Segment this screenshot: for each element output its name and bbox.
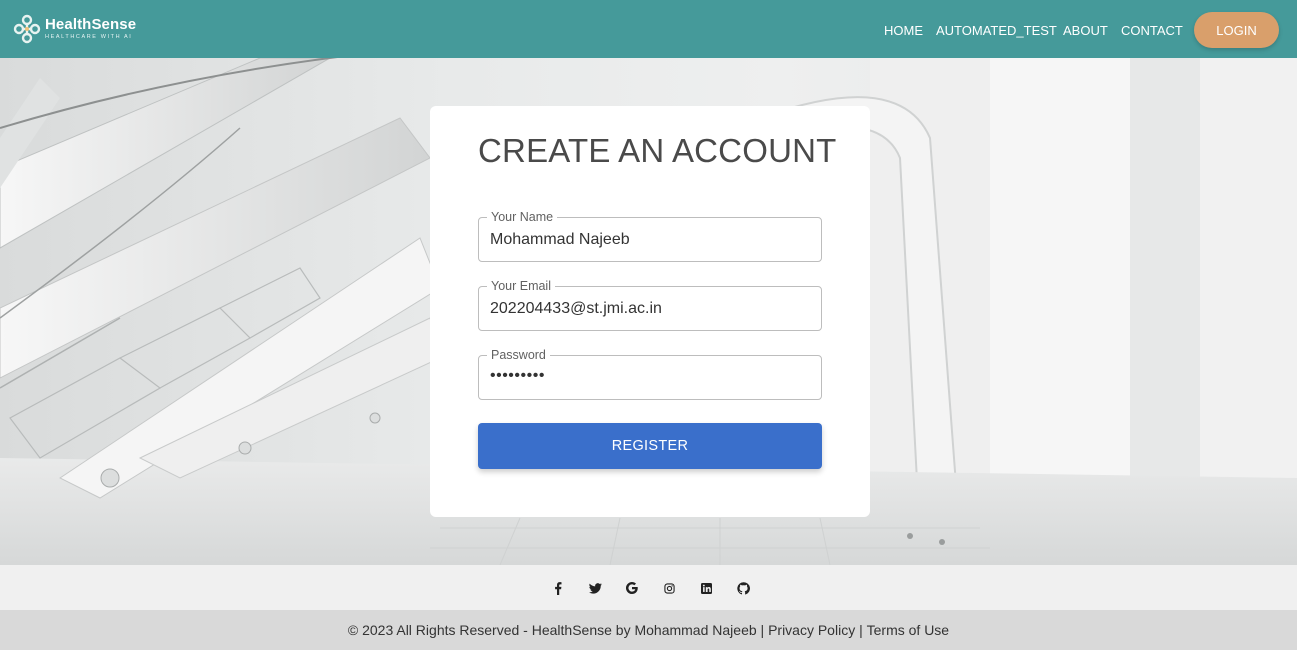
- name-field[interactable]: Your Name Mohammad Najeeb: [478, 209, 822, 262]
- nav-about[interactable]: ABOUT: [1063, 23, 1108, 38]
- brand-name: HealthSense: [45, 16, 137, 33]
- register-button[interactable]: REGISTER: [478, 423, 822, 469]
- copyright-text: © 2023 All Rights Reserved - HealthSense…: [347, 622, 769, 638]
- name-input[interactable]: Mohammad Najeeb: [490, 231, 810, 249]
- password-label: Password: [487, 347, 550, 363]
- nav-home[interactable]: HOME: [884, 23, 923, 38]
- navbar: HealthSense HEALTHCARE WITH AI HOME AUTO…: [0, 0, 1297, 58]
- form-title: CREATE AN ACCOUNT: [478, 132, 837, 169]
- linkedin-icon[interactable]: [699, 581, 713, 595]
- terms-of-use-link[interactable]: Terms of Use: [867, 622, 949, 638]
- copyright-bar: © 2023 All Rights Reserved - HealthSense…: [0, 610, 1297, 650]
- instagram-icon[interactable]: [662, 581, 676, 595]
- password-field[interactable]: Password •••••••••: [478, 347, 822, 400]
- google-icon[interactable]: [625, 581, 639, 595]
- name-label: Your Name: [487, 209, 558, 225]
- privacy-policy-link[interactable]: Privacy Policy: [768, 622, 855, 638]
- brand-tagline: HEALTHCARE WITH AI: [45, 34, 133, 40]
- email-field[interactable]: Your Email 202204433@st.jmi.ac.in: [478, 278, 822, 331]
- github-icon[interactable]: [736, 581, 750, 595]
- twitter-icon[interactable]: [588, 581, 602, 595]
- login-button[interactable]: LOGIN: [1194, 12, 1279, 48]
- nav-automated-test[interactable]: AUTOMATED_TEST: [936, 23, 1057, 38]
- brand-logo[interactable]: HealthSense HEALTHCARE WITH AI: [13, 14, 136, 44]
- register-card: CREATE AN ACCOUNT Your Name Mohammad Naj…: [430, 106, 870, 517]
- email-label: Your Email: [487, 278, 555, 294]
- health-logo-icon: [13, 14, 41, 44]
- footer-separator: |: [855, 622, 867, 638]
- email-input[interactable]: 202204433@st.jmi.ac.in: [490, 300, 810, 318]
- password-input[interactable]: •••••••••: [490, 367, 810, 385]
- social-bar: [0, 565, 1297, 610]
- nav-contact[interactable]: CONTACT: [1121, 23, 1183, 38]
- facebook-icon[interactable]: [551, 581, 565, 595]
